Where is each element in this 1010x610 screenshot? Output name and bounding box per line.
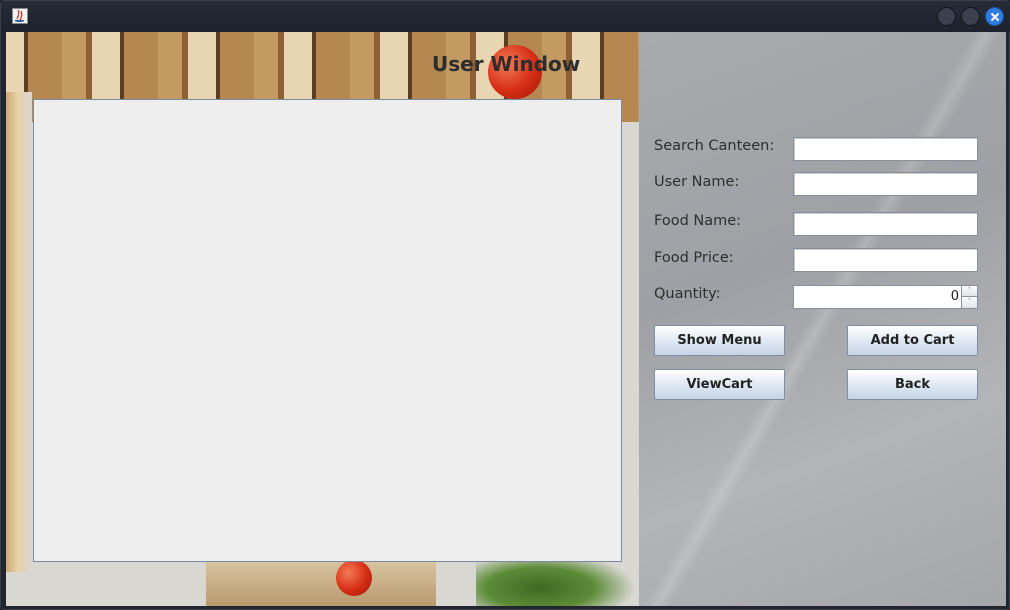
add-to-cart-button[interactable]: Add to Cart [847, 325, 978, 356]
close-icon [990, 12, 1000, 22]
user-name-label: User Name: [654, 174, 740, 190]
food-price-input[interactable] [793, 248, 978, 272]
decrement-arrow-icon[interactable]: ˅ [961, 297, 977, 308]
window-content: User Window Search Canteen: User Name: F… [6, 32, 1006, 606]
title-bar[interactable] [1, 1, 1010, 32]
tomato [336, 560, 372, 596]
food-name-label: Food Name: [654, 213, 742, 229]
back-button[interactable]: Back [847, 369, 978, 400]
quantity-label: Quantity: [654, 286, 721, 302]
bread-loaf [6, 92, 32, 572]
show-menu-button[interactable]: Show Menu [654, 325, 785, 356]
view-cart-button[interactable]: ViewCart [654, 369, 785, 400]
parchment-paper [206, 562, 436, 606]
maximize-button[interactable] [961, 7, 980, 26]
menu-display-area[interactable] [33, 99, 622, 562]
marble-background [639, 32, 1006, 606]
search-canteen-label: Search Canteen: [654, 138, 775, 154]
quantity-value[interactable]: 0 [951, 289, 959, 304]
food-price-label: Food Price: [654, 250, 734, 266]
app-window: User Window Search Canteen: User Name: F… [0, 0, 1010, 610]
food-name-input[interactable] [793, 212, 978, 236]
window-heading: User Window [432, 52, 581, 76]
increment-arrow-icon[interactable]: ˄ [961, 286, 977, 297]
java-app-icon [12, 8, 28, 24]
quantity-stepper[interactable]: 0 ˄ ˅ [793, 285, 978, 309]
search-canteen-input[interactable] [793, 137, 978, 161]
user-name-input[interactable] [793, 172, 978, 196]
minimize-button[interactable] [937, 7, 956, 26]
close-button[interactable] [985, 7, 1004, 26]
